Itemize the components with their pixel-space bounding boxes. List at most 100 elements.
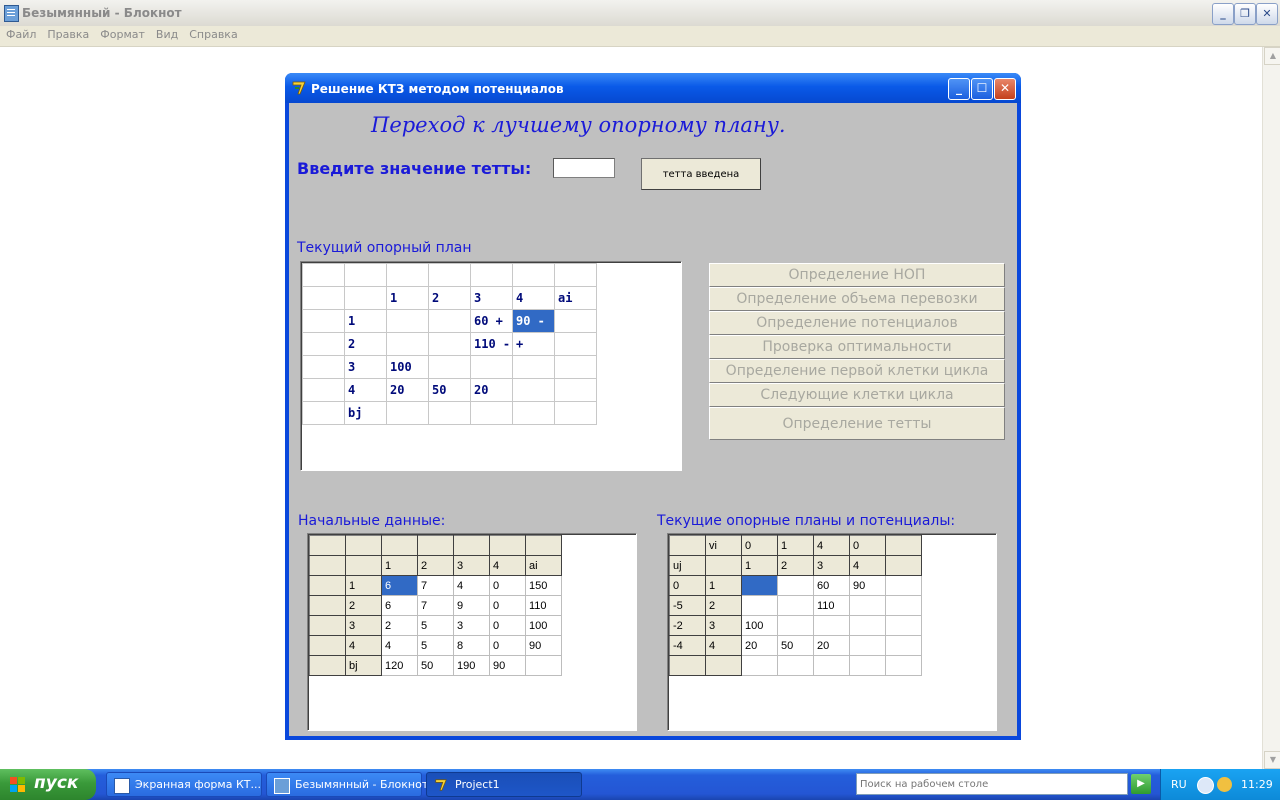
tray-network-icon[interactable] xyxy=(1217,777,1232,792)
grid-cell[interactable] xyxy=(813,615,850,636)
grid-cell[interactable] xyxy=(386,263,429,287)
grid-cell[interactable] xyxy=(554,263,597,287)
grid-cell[interactable]: 4 xyxy=(512,286,555,310)
grid-cell[interactable] xyxy=(849,655,886,676)
grid-cell[interactable] xyxy=(885,575,922,596)
grid-cell[interactable]: 1 xyxy=(777,535,814,556)
step-button-theta[interactable]: Определение тетты xyxy=(709,407,1005,440)
grid-cell[interactable]: 3 xyxy=(470,286,513,310)
grid-cell[interactable]: 2 xyxy=(344,332,387,356)
grid-cell[interactable]: 0 xyxy=(489,635,526,656)
grid-cell[interactable]: 3 xyxy=(813,555,850,576)
grid-cell[interactable] xyxy=(309,635,346,656)
grid-cell[interactable] xyxy=(849,615,886,636)
grid-cell[interactable] xyxy=(512,263,555,287)
grid-cell[interactable]: 50 xyxy=(777,635,814,656)
grid-cell[interactable]: 0 xyxy=(489,615,526,636)
grid-cell[interactable] xyxy=(302,309,345,333)
grid-cell[interactable]: bj xyxy=(344,401,387,425)
tray-chevron-icon[interactable] xyxy=(1197,777,1214,794)
step-button-optimality[interactable]: Проверка оптимальности xyxy=(709,335,1005,359)
grid-cell[interactable]: bj xyxy=(345,655,382,676)
step-button-potentials[interactable]: Определение потенциалов xyxy=(709,311,1005,335)
grid-cell[interactable] xyxy=(428,263,471,287)
grid-cell[interactable]: 60 + xyxy=(470,309,513,333)
grid-cell[interactable]: 90 xyxy=(849,575,886,596)
grid-cell[interactable] xyxy=(345,535,382,556)
grid-cell[interactable]: 1 xyxy=(381,555,418,576)
grid-cell[interactable]: 1 xyxy=(705,575,742,596)
grid-cell[interactable]: 0 xyxy=(669,575,706,596)
grid-cell[interactable]: 0 xyxy=(741,535,778,556)
grid-cell[interactable] xyxy=(428,309,471,333)
grid-cell[interactable]: 4 xyxy=(381,635,418,656)
step-button-volume[interactable]: Определение объема перевозки xyxy=(709,287,1005,311)
grid-cell[interactable] xyxy=(669,655,706,676)
grid-cell[interactable]: 2 xyxy=(417,555,454,576)
desktop-search-input[interactable] xyxy=(857,774,1113,794)
grid-cell[interactable] xyxy=(428,401,471,425)
grid-cell[interactable] xyxy=(849,635,886,656)
scroll-up-icon[interactable]: ▲ xyxy=(1264,47,1280,65)
grid-cell[interactable]: 2 xyxy=(428,286,471,310)
grid-cell[interactable]: 5 xyxy=(417,615,454,636)
grid-cell[interactable]: 0 xyxy=(489,575,526,596)
grid-cell[interactable]: 5 xyxy=(417,635,454,656)
grid-cell[interactable]: 2 xyxy=(705,595,742,616)
grid-cell[interactable] xyxy=(386,332,429,356)
grid-cell[interactable]: 2 xyxy=(381,615,418,636)
menu-file[interactable]: Файл xyxy=(0,26,41,41)
grid-cell[interactable] xyxy=(777,655,814,676)
grid-cell[interactable]: 100 xyxy=(386,355,429,379)
grid-cell[interactable]: 1 xyxy=(344,309,387,333)
grid-cell[interactable] xyxy=(512,401,555,425)
grid-cell[interactable]: 4 xyxy=(813,535,850,556)
grid-cell[interactable] xyxy=(344,286,387,310)
grid-cell[interactable]: uj xyxy=(669,555,706,576)
menu-format[interactable]: Формат xyxy=(94,26,150,41)
grid-cell[interactable] xyxy=(849,595,886,616)
grid-cell[interactable] xyxy=(386,309,429,333)
grid-cell[interactable] xyxy=(489,535,526,556)
start-button[interactable]: пуск xyxy=(0,769,96,800)
grid-cell[interactable]: 1 xyxy=(386,286,429,310)
grid-cell[interactable] xyxy=(309,555,346,576)
grid-cell[interactable]: 4 xyxy=(849,555,886,576)
grid-cell[interactable] xyxy=(386,401,429,425)
grid-cell[interactable] xyxy=(705,655,742,676)
grid-cell[interactable] xyxy=(741,655,778,676)
notepad-scrollbar[interactable]: ▲ ▼ xyxy=(1262,47,1280,769)
current-plan-grid[interactable]: 1 2 3 4 ai 1 60 +90 - 2 110 - + 3 100 4 20 50 20 b… xyxy=(302,263,597,425)
potentials-grid[interactable]: vi 0 1 4 0 uj 1 2 3 4 0 1 60 90 -5 2 110 -2 3 100 -4 4 20… xyxy=(669,535,922,676)
grid-cell[interactable] xyxy=(885,655,922,676)
grid-cell[interactable] xyxy=(554,309,597,333)
grid-cell[interactable] xyxy=(470,263,513,287)
restore-icon[interactable]: ❐ xyxy=(1234,3,1256,25)
grid-cell[interactable]: 3 xyxy=(705,615,742,636)
grid-cell[interactable] xyxy=(554,355,597,379)
language-indicator[interactable]: RU xyxy=(1171,778,1187,791)
grid-cell[interactable]: 4 xyxy=(705,635,742,656)
grid-cell[interactable]: 20 xyxy=(813,635,850,656)
initial-data-grid[interactable]: 1 2 3 4 ai 1 6 7 4 0 150 2 6 7 9 0 110 3 2 5 3 0 100 445809… xyxy=(309,535,562,676)
grid-cell[interactable] xyxy=(428,355,471,379)
grid-cell[interactable]: ai xyxy=(554,286,597,310)
grid-cell[interactable]: 8 xyxy=(453,635,490,656)
grid-cell[interactable]: 120 xyxy=(381,655,418,676)
grid-cell[interactable]: 2 xyxy=(777,555,814,576)
scroll-down-icon[interactable]: ▼ xyxy=(1264,751,1280,769)
search-go-icon[interactable]: ▶ xyxy=(1131,774,1151,794)
grid-cell[interactable] xyxy=(777,595,814,616)
grid-cell[interactable] xyxy=(302,332,345,356)
grid-cell[interactable]: 3 xyxy=(344,355,387,379)
selected-cell[interactable]: 90 - xyxy=(512,309,555,333)
grid-cell[interactable]: vi xyxy=(705,535,742,556)
grid-cell[interactable] xyxy=(302,378,345,402)
grid-cell[interactable]: 20 xyxy=(470,378,513,402)
grid-cell[interactable] xyxy=(302,401,345,425)
grid-cell[interactable]: 3 xyxy=(345,615,382,636)
grid-cell[interactable]: -2 xyxy=(669,615,706,636)
grid-cell[interactable]: 60 xyxy=(813,575,850,596)
grid-cell[interactable] xyxy=(777,615,814,636)
grid-cell[interactable]: 50 xyxy=(428,378,471,402)
